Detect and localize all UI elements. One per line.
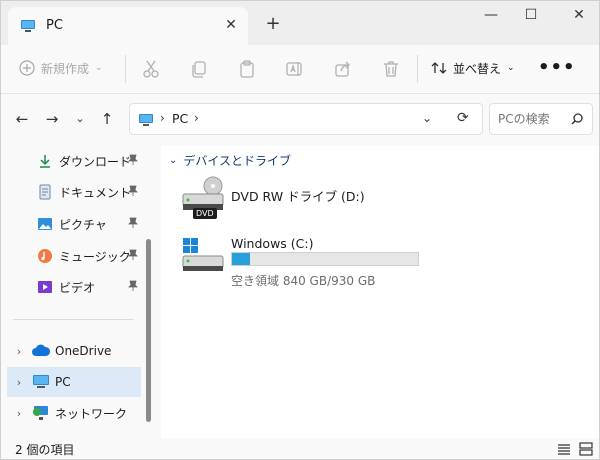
- up-arrow-icon[interactable]: ↑: [98, 110, 116, 128]
- navigation-bar: ← → ⌄ ↑ › PC › ⌄ ⟳: [1, 94, 599, 146]
- chevron-right-icon[interactable]: ›: [194, 111, 199, 125]
- sidebar-item-pc[interactable]: › PC: [7, 367, 141, 397]
- more-options-button[interactable]: •••: [538, 57, 576, 78]
- pictures-icon: [38, 218, 52, 230]
- pin-icon[interactable]: [127, 249, 139, 261]
- forward-arrow-icon[interactable]: →: [43, 110, 61, 128]
- close-window-button[interactable]: ✕: [567, 7, 591, 27]
- drive-name: Windows (C:): [231, 236, 314, 251]
- details-view-icon[interactable]: [557, 442, 571, 456]
- sidebar-divider: [13, 319, 133, 320]
- sidebar-item-documents[interactable]: ドキュメント: [37, 181, 141, 203]
- document-icon: [39, 184, 51, 200]
- drive-usage-fill: [232, 253, 251, 265]
- pin-icon[interactable]: [127, 154, 139, 166]
- search-box[interactable]: [489, 103, 593, 135]
- status-bar: 2 個の項目: [1, 438, 599, 459]
- navigation-pane: ダウンロード ドキュメント ピクチャ ミュージック ビデオ › OneDrive…: [1, 146, 151, 438]
- drive-name: DVD RW ドライブ (D:): [231, 189, 365, 204]
- toolbar-divider: [125, 55, 126, 83]
- copy-icon[interactable]: [189, 59, 209, 79]
- sidebar-item-downloads[interactable]: ダウンロード: [37, 150, 141, 172]
- command-bar: 新規作成 ⌄ 並べ替え ⌄ •••: [1, 45, 599, 94]
- sort-icon: [431, 62, 447, 74]
- pc-icon: [21, 20, 35, 32]
- address-bar[interactable]: › PC › ⌄ ⟳: [129, 103, 483, 135]
- download-icon: [40, 155, 50, 168]
- chevron-down-icon: ⌄: [95, 63, 103, 73]
- pc-icon: [33, 375, 49, 388]
- close-tab-button[interactable]: ✕: [222, 16, 240, 34]
- expand-chevron-icon[interactable]: ›: [7, 376, 31, 389]
- sidebar-item-label: ドキュメント: [59, 185, 132, 200]
- new-tab-button[interactable]: +: [263, 15, 283, 35]
- delete-icon[interactable]: [381, 59, 401, 79]
- chevron-right-icon[interactable]: ›: [160, 111, 165, 125]
- drive-usage-bar: [231, 252, 419, 266]
- network-icon: [33, 406, 48, 420]
- cut-icon[interactable]: [141, 59, 161, 79]
- tab-title: PC: [46, 18, 63, 33]
- sidebar-item-label: ビデオ: [59, 280, 96, 295]
- maximize-button[interactable]: ☐: [519, 7, 543, 27]
- pc-icon: [139, 114, 153, 126]
- recent-locations-chevron-icon[interactable]: ⌄: [71, 110, 89, 128]
- windows-drive-icon: [182, 238, 224, 271]
- sidebar-scrollbar[interactable]: [146, 239, 151, 422]
- address-dropdown-chevron-icon[interactable]: ⌄: [422, 111, 432, 125]
- pin-icon[interactable]: [127, 185, 139, 197]
- search-input[interactable]: [498, 112, 568, 126]
- drive-free-space: 空き領域 840 GB/930 GB: [231, 274, 376, 288]
- drive-item-dvd[interactable]: DVD DVD RW ドライブ (D:): [181, 176, 599, 224]
- explorer-window: PC ✕ + — ☐ ✕ 新規作成 ⌄ 並べ替え ⌄ ••• ← → ⌄ ↑ ›…: [0, 0, 600, 460]
- new-button[interactable]: 新規作成 ⌄: [19, 57, 103, 79]
- toolbar-divider: [417, 55, 418, 83]
- sort-button[interactable]: 並べ替え ⌄: [431, 57, 515, 79]
- plus-circle-icon: [19, 60, 35, 76]
- pin-icon[interactable]: [127, 217, 139, 229]
- music-icon: [38, 249, 52, 263]
- minimize-button[interactable]: —: [479, 7, 503, 27]
- large-icons-view-icon[interactable]: [579, 442, 593, 456]
- refresh-icon[interactable]: ⟳: [457, 110, 469, 126]
- drive-item-windows[interactable]: Windows (C:) 空き領域 840 GB/930 GB: [181, 234, 599, 290]
- tab-pc[interactable]: PC ✕: [8, 7, 248, 45]
- sidebar-item-videos[interactable]: ビデオ: [37, 276, 141, 298]
- cloud-icon: [32, 344, 51, 356]
- sidebar-item-label: OneDrive: [55, 344, 112, 358]
- back-arrow-icon[interactable]: ←: [13, 110, 31, 128]
- breadcrumb-pc[interactable]: PC: [172, 111, 188, 126]
- sidebar-item-label: ダウンロード: [59, 154, 132, 169]
- pin-icon[interactable]: [127, 280, 139, 292]
- sort-button-label: 並べ替え: [453, 61, 502, 76]
- sidebar-item-onedrive[interactable]: › OneDrive: [7, 336, 141, 366]
- sidebar-item-network[interactable]: › ネットワーク: [7, 398, 141, 428]
- new-button-label: 新規作成: [41, 61, 90, 76]
- content-pane: ⌄ デバイスとドライブ DVD DVD RW ドライブ (D:) Windows…: [161, 146, 599, 438]
- sidebar-item-pictures[interactable]: ピクチャ: [37, 213, 141, 235]
- search-icon[interactable]: [570, 112, 584, 126]
- expand-chevron-icon[interactable]: ›: [7, 407, 31, 420]
- rename-icon[interactable]: [285, 59, 305, 79]
- paste-icon[interactable]: [237, 59, 257, 79]
- chevron-down-icon: ⌄: [169, 155, 178, 166]
- item-count: 2 個の項目: [15, 443, 75, 457]
- sidebar-item-label: PC: [55, 375, 71, 389]
- sidebar-item-label: ミュージック: [59, 249, 131, 264]
- video-icon: [38, 281, 52, 293]
- share-icon[interactable]: [333, 59, 353, 79]
- title-bar: PC ✕ + — ☐ ✕: [1, 1, 599, 45]
- dvd-badge: DVD: [193, 208, 217, 219]
- expand-chevron-icon[interactable]: ›: [7, 345, 31, 358]
- group-header-devices[interactable]: ⌄ デバイスとドライブ: [169, 152, 291, 169]
- sidebar-item-label: ネットワーク: [55, 406, 128, 421]
- sidebar-item-music[interactable]: ミュージック: [37, 245, 141, 267]
- chevron-down-icon: ⌄: [507, 63, 515, 73]
- sidebar-item-label: ピクチャ: [59, 217, 107, 232]
- group-title: デバイスとドライブ: [183, 154, 292, 168]
